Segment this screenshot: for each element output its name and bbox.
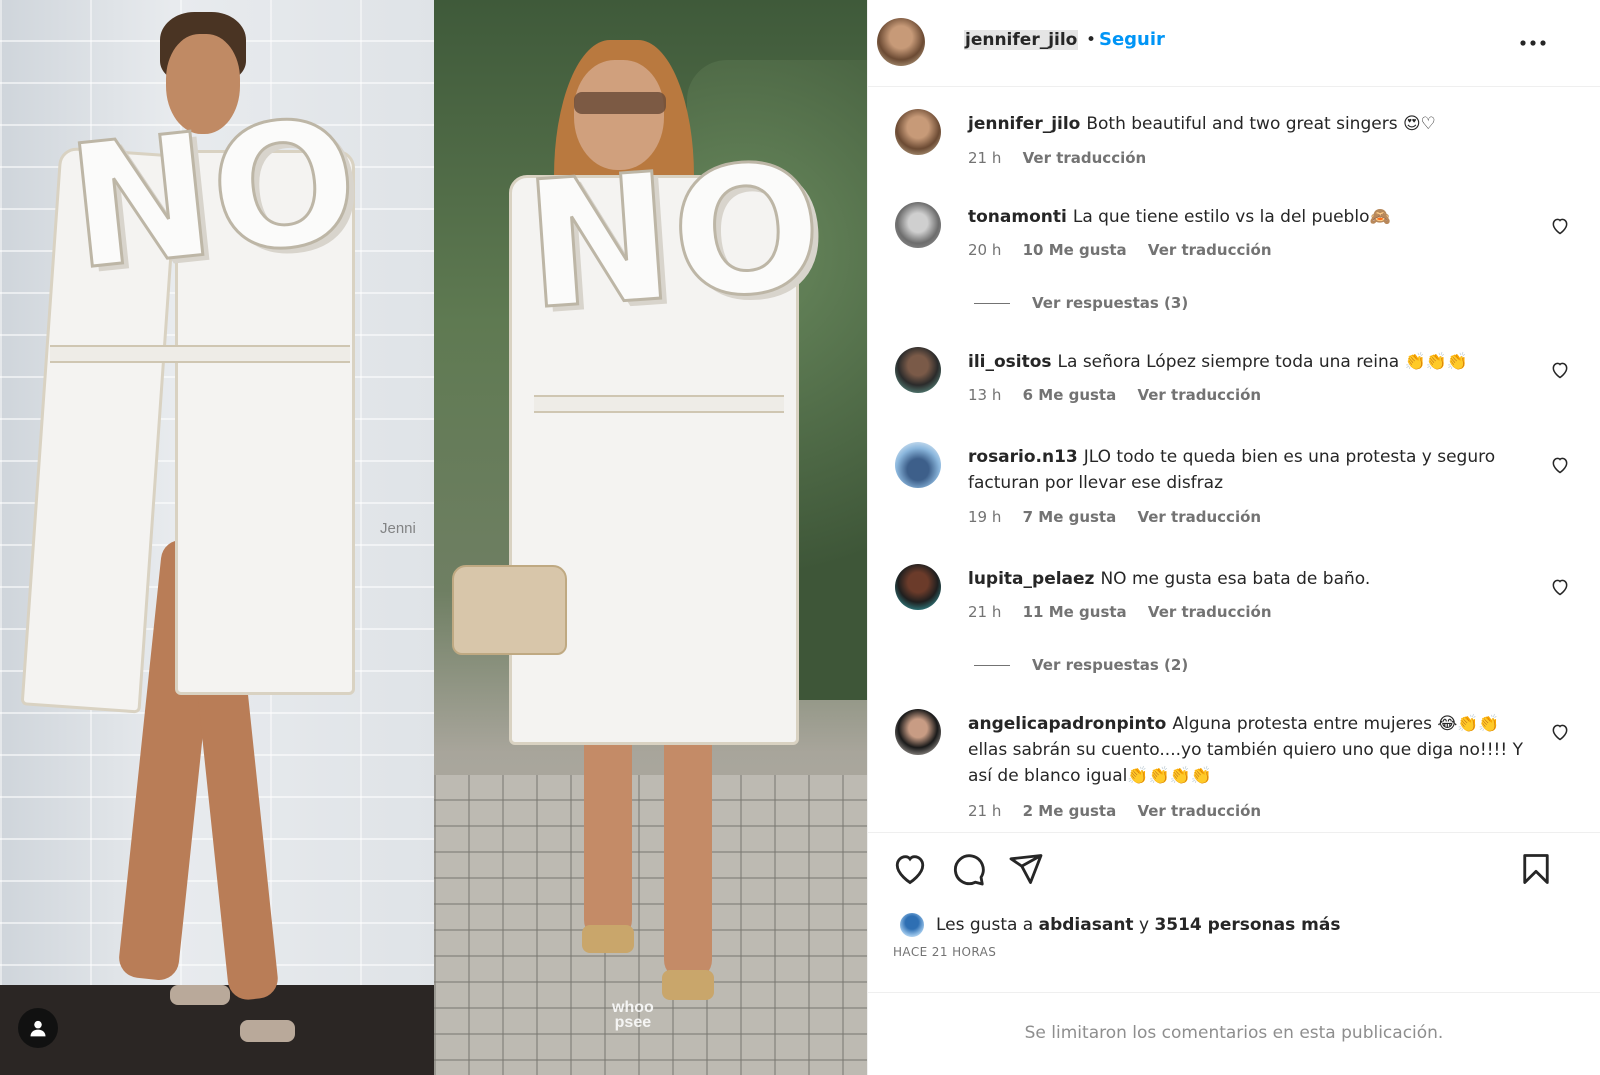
comment-text: La señora López siempre toda una reina 👏… [1057,352,1469,372]
like-comment-icon[interactable] [1550,216,1570,236]
translate-link[interactable]: Ver traducción [1023,149,1147,167]
follow-button[interactable]: Seguir [1099,29,1165,50]
commenter-username[interactable]: angelicapadronpinto [968,714,1166,734]
comments-list[interactable]: jennifer_jilo Both beautiful and two grea… [868,87,1600,832]
person-right: NO [434,0,867,1075]
translate-link[interactable]: Ver traducción [1137,802,1261,820]
comment-time[interactable]: 13 h [968,386,1001,404]
like-comment-icon[interactable] [1550,455,1570,475]
user-tag-icon [30,1020,46,1037]
user-tag-button[interactable] [18,1008,58,1048]
comment-text: Both beautiful and two great singers 😍♡ [1086,114,1436,134]
commenter-avatar[interactable] [895,564,941,610]
post-header: jennifer_jilo • Seguir [868,0,1600,87]
photo-left: NO Jenni [0,0,434,1075]
heart-icon[interactable] [892,851,928,887]
commenter-avatar[interactable] [895,109,941,155]
translate-link[interactable]: Ver traducción [1148,603,1272,621]
commenter-username[interactable]: ili_ositos [968,352,1052,372]
post-media[interactable]: NO Jenni NO whoo psee [0,0,867,1075]
coat-no-text-right: NO [518,124,830,350]
commenter-avatar[interactable] [895,442,941,488]
like-comment-icon[interactable] [1550,577,1570,597]
post-timestamp[interactable]: HACE 21 HORAS [893,945,996,959]
comment-time[interactable]: 19 h [968,508,1001,526]
translate-link[interactable]: Ver traducción [1137,386,1261,404]
liker-avatar[interactable] [898,911,926,939]
commenter-avatar[interactable] [895,709,941,755]
commenter-avatar[interactable] [895,347,941,393]
person-left: NO [0,0,434,1075]
bookmark-icon[interactable] [1518,851,1554,887]
watermark-right: whoo psee [612,999,654,1031]
post-actions: Les gusta a abdiasant y 3514 personas má… [868,832,1600,992]
comment-text: NO me gusta esa bata de baño. [1100,569,1371,589]
photo-right: NO whoo psee [434,0,867,1075]
comment-text: La que tiene estilo vs la del pueblo🙈 [1072,207,1391,227]
likes-summary[interactable]: Les gusta a abdiasant y 3514 personas má… [898,911,1340,939]
comment-time[interactable]: 21 h [968,802,1001,820]
comment-likes[interactable]: 10 Me gusta [1023,241,1127,259]
more-icon [1520,40,1546,46]
comment-time[interactable]: 21 h [968,149,1001,167]
commenter-username[interactable]: lupita_pelaez [968,569,1094,589]
separator-dot: • [1086,30,1097,50]
comments-footer: Se limitaron los comentarios en esta pub… [868,992,1600,1075]
watermark-left: Jenni [380,520,416,537]
commenter-username[interactable]: jennifer_jilo [968,114,1080,134]
like-comment-icon[interactable] [1550,722,1570,742]
comment-likes[interactable]: 2 Me gusta [1023,802,1117,820]
comments-limited-notice: Se limitaron los comentarios en esta pub… [1024,1023,1444,1043]
commenter-avatar[interactable] [895,202,941,248]
handbag [452,565,567,655]
author-avatar[interactable] [877,18,925,66]
share-icon[interactable] [1008,851,1044,887]
comment-likes[interactable]: 7 Me gusta [1023,508,1117,526]
view-replies-button[interactable]: Ver respuestas (3) [974,294,1188,312]
post-sidebar: jennifer_jilo • Seguir jennifer_jilo Both… [867,0,1600,1075]
view-replies-button[interactable]: Ver respuestas (2) [974,656,1188,674]
author-username[interactable]: jennifer_jilo [964,30,1079,50]
commenter-username[interactable]: rosario.n13 [968,447,1078,467]
comment-time[interactable]: 20 h [968,241,1001,259]
comment-likes[interactable]: 6 Me gusta [1023,386,1117,404]
comment-likes[interactable]: 11 Me gusta [1023,603,1127,621]
commenter-username[interactable]: tonamonti [968,207,1067,227]
comment-time[interactable]: 21 h [968,603,1001,621]
like-comment-icon[interactable] [1550,360,1570,380]
likes-count[interactable]: 3514 personas más [1154,915,1340,935]
comment-icon[interactable] [950,851,986,887]
liker-username[interactable]: abdiasant [1039,915,1134,935]
translate-link[interactable]: Ver traducción [1148,241,1272,259]
coat-no-text-left: NO [59,80,368,310]
translate-link[interactable]: Ver traducción [1137,508,1261,526]
more-options-button[interactable] [1520,28,1546,53]
